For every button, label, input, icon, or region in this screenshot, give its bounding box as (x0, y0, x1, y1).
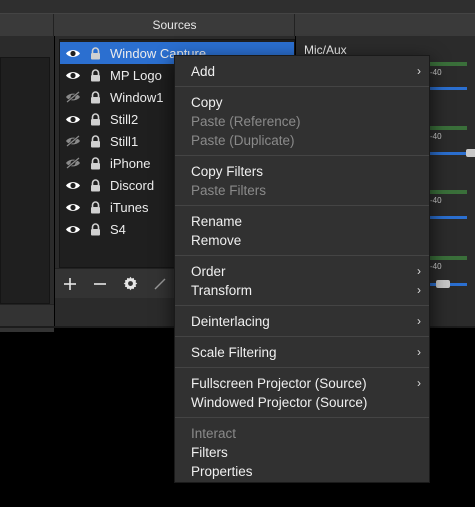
gear-icon[interactable] (115, 271, 145, 297)
lock-icon[interactable] (88, 222, 102, 236)
menu-item-paste-reference[interactable]: Paste (Reference) (175, 112, 429, 131)
lock-icon[interactable] (88, 46, 102, 60)
lock-icon[interactable] (88, 200, 102, 214)
menu-item-rename[interactable]: Rename (175, 212, 429, 231)
menu-separator (175, 417, 429, 418)
lock-icon[interactable] (88, 178, 102, 192)
menu-item-label: Rename (191, 214, 243, 229)
meter-tick-label: -40 (430, 262, 442, 271)
menu-separator (175, 305, 429, 306)
menu-item-label: Properties (191, 464, 253, 479)
menu-item-deinterlacing[interactable]: Deinterlacing › (175, 312, 429, 331)
chevron-right-icon: › (417, 314, 421, 328)
eye-icon[interactable] (64, 222, 82, 236)
menu-item-label: Paste (Duplicate) (191, 133, 295, 148)
menu-item-interact[interactable]: Interact (175, 424, 429, 443)
menu-item-label: Paste Filters (191, 183, 267, 198)
chevron-right-icon: › (417, 64, 421, 78)
lock-icon[interactable] (88, 68, 102, 82)
menu-item-add[interactable]: Add › (175, 62, 429, 81)
eye-slash-icon[interactable] (64, 90, 82, 104)
menu-item-properties[interactable]: Properties (175, 462, 429, 481)
add-source-button[interactable] (55, 271, 85, 297)
lock-icon[interactable] (88, 90, 102, 104)
mixer-dock-title (296, 14, 475, 36)
source-name: MP Logo (110, 67, 162, 83)
menu-item-label: Filters (191, 445, 228, 460)
menu-item-scale-filtering[interactable]: Scale Filtering › (175, 343, 429, 362)
chevron-right-icon: › (417, 283, 421, 297)
menu-item-copy[interactable]: Copy (175, 93, 429, 112)
menu-item-label: Order (191, 264, 226, 279)
scenes-dock-title (0, 14, 54, 36)
chevron-right-icon: › (417, 376, 421, 390)
eye-slash-icon[interactable] (64, 134, 82, 148)
sources-dock-title: Sources (55, 14, 295, 36)
menu-separator (175, 367, 429, 368)
eye-icon[interactable] (64, 178, 82, 192)
source-name: Window1 (110, 89, 164, 105)
menu-item-label: Paste (Reference) (191, 114, 301, 129)
dock-header-row: Sources (0, 0, 475, 36)
lock-icon[interactable] (88, 156, 102, 170)
menu-item-order[interactable]: Order › (175, 262, 429, 281)
volume-fader-knob[interactable] (466, 149, 475, 157)
menu-item-label: Deinterlacing (191, 314, 270, 329)
menu-item-label: Transform (191, 283, 253, 298)
meter-tick-label: -40 (430, 68, 442, 77)
menu-item-windowed-projector[interactable]: Windowed Projector (Source) (175, 393, 429, 412)
menu-separator (175, 86, 429, 87)
source-name: S4 (110, 221, 126, 237)
eye-icon[interactable] (64, 68, 82, 82)
lock-icon[interactable] (88, 112, 102, 126)
menu-item-paste-duplicate[interactable]: Paste (Duplicate) (175, 131, 429, 150)
source-name: iPhone (110, 155, 151, 171)
source-name: Still2 (110, 111, 139, 127)
top-strip (0, 0, 475, 14)
menu-item-label: Fullscreen Projector (Source) (191, 376, 367, 391)
chevron-right-icon: › (417, 345, 421, 359)
scenes-panel (0, 36, 54, 332)
volume-fader-knob[interactable] (436, 280, 450, 288)
menu-separator (175, 336, 429, 337)
source-name: Still1 (110, 133, 139, 149)
menu-item-label: Interact (191, 426, 237, 441)
eye-icon[interactable] (64, 46, 82, 60)
menu-item-label: Copy Filters (191, 164, 264, 179)
eye-icon[interactable] (64, 112, 82, 126)
menu-separator (175, 205, 429, 206)
menu-item-remove[interactable]: Remove (175, 231, 429, 250)
chevron-right-icon: › (417, 264, 421, 278)
lock-icon[interactable] (88, 134, 102, 148)
meter-tick-label: -40 (430, 196, 442, 205)
menu-item-label: Add (191, 64, 216, 79)
obs-window: Sources Window Capture MP Logo Window1 S… (0, 0, 475, 507)
menu-separator (175, 155, 429, 156)
menu-item-paste-filters[interactable]: Paste Filters (175, 181, 429, 200)
menu-item-label: Remove (191, 233, 242, 248)
menu-separator (175, 255, 429, 256)
menu-item-filters[interactable]: Filters (175, 443, 429, 462)
source-name: iTunes (110, 199, 149, 215)
remove-source-button[interactable] (85, 271, 115, 297)
menu-item-label: Scale Filtering (191, 345, 277, 360)
scenes-list[interactable] (0, 57, 50, 304)
eye-slash-icon[interactable] (64, 156, 82, 170)
menu-item-fullscreen-projector[interactable]: Fullscreen Projector (Source) › (175, 374, 429, 393)
source-name: Discord (110, 177, 155, 193)
source-context-menu: Add › Copy Paste (Reference) Paste (Dupl… (174, 55, 430, 483)
move-source-icon[interactable] (145, 271, 175, 297)
menu-item-label: Copy (191, 95, 223, 110)
menu-item-transform[interactable]: Transform › (175, 281, 429, 300)
menu-item-label: Windowed Projector (Source) (191, 395, 368, 410)
eye-icon[interactable] (64, 200, 82, 214)
meter-tick-label: -40 (430, 132, 442, 141)
menu-item-copy-filters[interactable]: Copy Filters (175, 162, 429, 181)
